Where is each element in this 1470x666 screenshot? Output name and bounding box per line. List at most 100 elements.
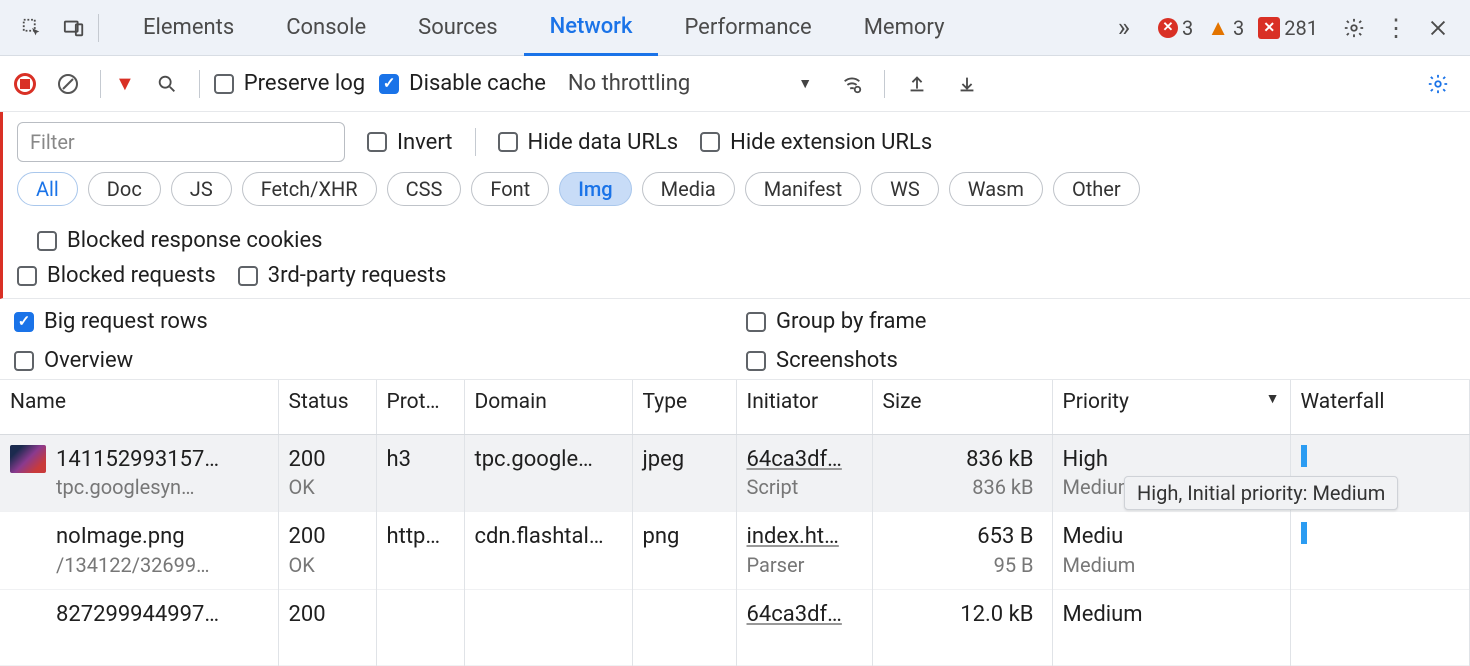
settings-gear-icon[interactable] [1420, 66, 1456, 102]
col-prot[interactable]: Prot… [376, 380, 464, 434]
requests-table-wrap: NameStatusProt…DomainTypeInitiatorSizePr… [0, 380, 1470, 666]
requests-table: NameStatusProt…DomainTypeInitiatorSizePr… [0, 380, 1470, 666]
tab-elements[interactable]: Elements [117, 0, 260, 56]
third-party-checkbox[interactable]: 3rd-party requests [238, 263, 447, 288]
group-label: Group by frame [776, 309, 926, 334]
blocked-requests-checkbox[interactable]: Blocked requests [17, 263, 216, 288]
filter-pill-doc[interactable]: Doc [88, 172, 161, 206]
col-type[interactable]: Type [632, 380, 736, 434]
upload-har-icon[interactable] [899, 66, 935, 102]
throttling-value: No throttling [568, 71, 690, 96]
table-row[interactable]: 827299944997…20064ca3df…12.0 kBMedium [0, 589, 1470, 665]
disable-cache-checkbox[interactable]: Disable cache [379, 71, 546, 96]
issues-icon: ✕ [1258, 17, 1280, 39]
filter-bar: Invert Hide data URLs Hide extension URL… [0, 112, 1470, 299]
invert-label: Invert [397, 130, 453, 155]
third-party-label: 3rd-party requests [268, 263, 447, 288]
table-body: 141152993157…tpc.googlesyn…200OKh3tpc.go… [0, 434, 1470, 665]
issues-counter[interactable]: ✕ 281 [1258, 16, 1318, 40]
separator [98, 14, 99, 42]
download-har-icon[interactable] [949, 66, 985, 102]
error-count: 3 [1182, 16, 1193, 40]
view-options: Big request rows Group by frame Overview… [0, 299, 1470, 380]
col-size[interactable]: Size [872, 380, 1052, 434]
col-waterfall[interactable]: Waterfall [1290, 380, 1470, 434]
preserve-log-label: Preserve log [244, 71, 365, 96]
overview-label: Overview [44, 348, 133, 373]
overview-checkbox[interactable]: Overview [14, 348, 133, 373]
tab-sources[interactable]: Sources [392, 0, 524, 56]
screenshots-label: Screenshots [776, 348, 898, 373]
filter-pill-other[interactable]: Other [1053, 172, 1140, 206]
close-icon[interactable] [1420, 10, 1456, 46]
col-status[interactable]: Status [278, 380, 376, 434]
separator [884, 70, 885, 98]
separator [475, 128, 476, 156]
priority-tooltip: High, Initial priority: Medium [1124, 476, 1398, 510]
warning-icon: ▲ [1207, 15, 1229, 41]
filter-pill-js[interactable]: JS [171, 172, 232, 206]
devtools-tabstrip: ElementsConsoleSourcesNetworkPerformance… [0, 0, 1470, 56]
col-priority[interactable]: Priority▼ [1052, 380, 1290, 434]
table-row[interactable]: noImage.png/134122/32699…200OKhttp…cdn.f… [0, 512, 1470, 590]
inspect-icon[interactable] [14, 10, 50, 46]
warning-counter[interactable]: ▲ 3 [1207, 15, 1244, 41]
record-button[interactable] [14, 73, 36, 95]
col-domain[interactable]: Domain [464, 380, 632, 434]
issues-count: 281 [1284, 16, 1318, 40]
big-rows-label: Big request rows [44, 309, 208, 334]
tab-performance[interactable]: Performance [658, 0, 837, 56]
separator [199, 70, 200, 98]
blocked-cookies-checkbox[interactable]: Blocked response cookies [37, 228, 323, 253]
clear-icon[interactable] [50, 66, 86, 102]
resource-type-pills: All Doc JS Fetch/XHR CSS Font Img Media Manifest… [17, 172, 1140, 206]
hide-extension-urls-checkbox[interactable]: Hide extension URLs [700, 130, 932, 155]
waterfall-bar [1301, 445, 1307, 467]
device-toolbar-icon[interactable] [56, 10, 92, 46]
tab-console[interactable]: Console [260, 0, 392, 56]
chevron-down-icon: ▼ [798, 75, 812, 92]
disable-cache-label: Disable cache [409, 71, 546, 96]
search-icon[interactable] [149, 66, 185, 102]
invert-checkbox[interactable]: Invert [367, 130, 453, 155]
separator [100, 70, 101, 98]
blocked-cookies-label: Blocked response cookies [67, 228, 323, 253]
preserve-log-checkbox[interactable]: Preserve log [214, 71, 365, 96]
filter-pill-css[interactable]: CSS [387, 172, 462, 206]
filter-pill-media[interactable]: Media [642, 172, 735, 206]
col-initiator[interactable]: Initiator [736, 380, 872, 434]
col-name[interactable]: Name [0, 380, 278, 434]
filter-pill-manifest[interactable]: Manifest [745, 172, 861, 206]
big-request-rows-checkbox[interactable]: Big request rows [14, 309, 208, 334]
sort-indicator-icon: ▼ [1266, 390, 1280, 407]
error-counter[interactable]: ✕ 3 [1158, 16, 1193, 40]
error-icon: ✕ [1158, 18, 1178, 38]
network-toolbar: ▼ Preserve log Disable cache No throttli… [0, 56, 1470, 112]
status-counters: ✕ 3 ▲ 3 ✕ 281 [1158, 15, 1318, 41]
thumbnail-icon [10, 445, 46, 473]
filter-pill-ws[interactable]: WS [871, 172, 939, 206]
blocked-requests-label: Blocked requests [47, 263, 216, 288]
hide-ext-label: Hide extension URLs [730, 130, 932, 155]
filter-pill-font[interactable]: Font [471, 172, 549, 206]
more-tabs-icon[interactable]: » [1108, 13, 1140, 43]
filter-input[interactable] [17, 122, 345, 162]
tab-network[interactable]: Network [524, 0, 659, 56]
tab-memory[interactable]: Memory [838, 0, 971, 56]
network-conditions-icon[interactable] [834, 66, 870, 102]
filter-pill-img[interactable]: Img [559, 172, 631, 206]
hide-data-label: Hide data URLs [528, 130, 679, 155]
throttling-select[interactable]: No throttling ▼ [560, 71, 820, 96]
filter-funnel-icon[interactable]: ▼ [115, 71, 135, 96]
warning-count: 3 [1233, 16, 1244, 40]
filter-pill-all[interactable]: All [17, 172, 78, 206]
screenshots-checkbox[interactable]: Screenshots [746, 348, 898, 373]
waterfall-bar [1301, 522, 1307, 544]
group-by-frame-checkbox[interactable]: Group by frame [746, 309, 926, 334]
filter-pill-wasm[interactable]: Wasm [949, 172, 1043, 206]
filter-pill-fetch-xhr[interactable]: Fetch/XHR [242, 172, 377, 206]
kebab-icon[interactable]: ⋮ [1378, 10, 1414, 46]
gear-icon[interactable] [1336, 10, 1372, 46]
hide-data-urls-checkbox[interactable]: Hide data URLs [498, 130, 679, 155]
table-header-row: NameStatusProt…DomainTypeInitiatorSizePr… [0, 380, 1470, 434]
